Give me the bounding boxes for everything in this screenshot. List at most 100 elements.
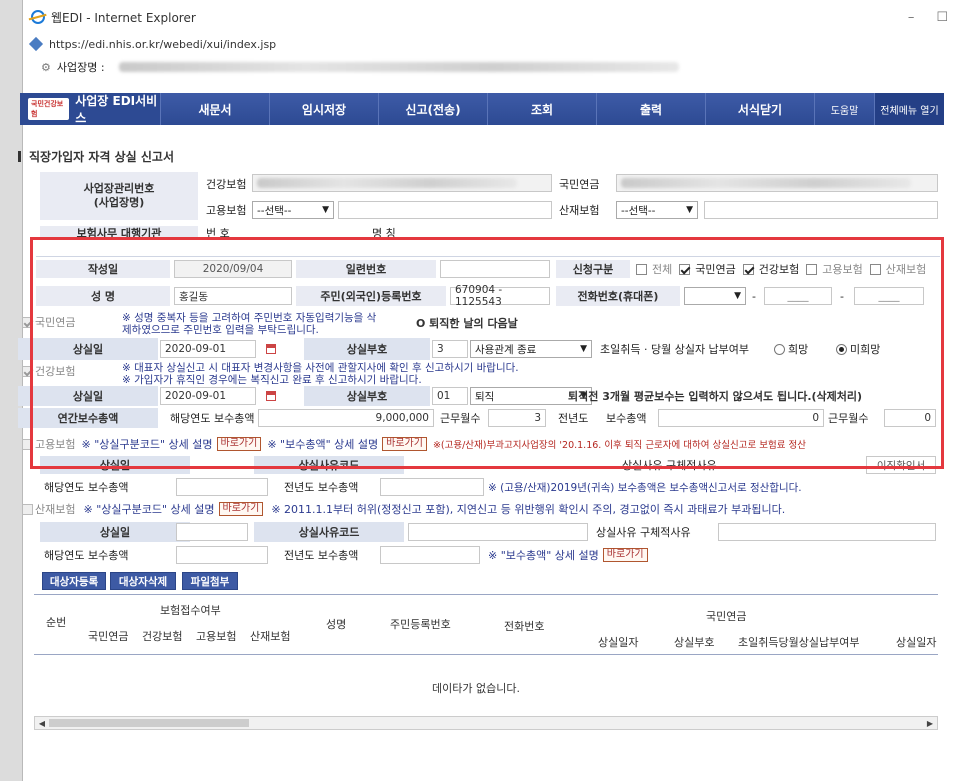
- agent-no-label: 번 호: [206, 227, 230, 240]
- nav-print[interactable]: 출력: [596, 93, 705, 125]
- grid-col-phone: 전화번호: [504, 620, 545, 633]
- site-icon: [28, 36, 44, 52]
- ind-sum-note: ※ "보수총액" 상세 설명 바로가기: [484, 546, 648, 564]
- year-sum-field[interactable]: 9,000,000: [258, 409, 434, 427]
- delete-target-button[interactable]: 대상자삭제: [110, 572, 176, 590]
- go-sum-button-2[interactable]: 바로가기: [602, 548, 648, 562]
- nhis-logo-icon: 국민건강보험: [28, 98, 70, 120]
- health-loss-date-field[interactable]: 2020-09-01: [160, 387, 256, 405]
- url-text: https://edi.nhis.or.kr/webedi/xui/index.…: [49, 37, 277, 51]
- address-bar[interactable]: https://edi.nhis.or.kr/webedi/xui/index.…: [23, 34, 966, 54]
- ind-loss-date-field[interactable]: [176, 523, 248, 541]
- serial-field[interactable]: [440, 260, 550, 278]
- industrial-section-checkbox[interactable]: [22, 503, 33, 515]
- chevron-down-icon: ▼: [734, 291, 741, 301]
- chevron-down-icon: ▼: [580, 344, 587, 354]
- health-section-label: 건강보험: [18, 364, 75, 378]
- emp-loss-date-label: 상실일: [40, 456, 190, 474]
- scroll-left-icon: ◀: [38, 718, 46, 728]
- grid-empty-message: 데이타가 없습니다.: [432, 682, 520, 695]
- form-panel: 작성일 2020/09/04 일련번호 신청구분 전체 국민연금 건강보험 고용…: [18, 254, 940, 474]
- prev-months-label: 근무월수: [828, 412, 869, 425]
- note-2019: ※ (고용/산재)2019년(귀속) 보수총액은 보수총액신고서로 정산합니다.: [488, 482, 802, 494]
- nav-close[interactable]: 서식닫기: [705, 93, 814, 125]
- pension-section-checkbox[interactable]: [22, 316, 33, 328]
- nav-help[interactable]: 도움말: [814, 93, 874, 125]
- health-section-checkbox[interactable]: [22, 365, 33, 377]
- nav-logo: 국민건강보험 사업장 EDI서비스: [20, 93, 160, 125]
- months-label: 근무월수: [440, 412, 481, 425]
- nav-submit[interactable]: 신고(전송): [378, 93, 487, 125]
- pension-loss-code-select[interactable]: 사용관계 종료 ▼: [470, 340, 592, 358]
- emp-year-sum-field[interactable]: [176, 478, 268, 496]
- pension-loss-date-field[interactable]: 2020-09-01: [160, 340, 256, 358]
- apply-employment-checkbox[interactable]: [806, 263, 818, 275]
- months-field[interactable]: 3: [488, 409, 546, 427]
- employment-label: 고용보험: [206, 204, 247, 217]
- employment-section-checkbox[interactable]: [22, 438, 33, 450]
- apply-health-checkbox[interactable]: [742, 263, 754, 275]
- apply-all-checkbox[interactable]: [636, 263, 647, 275]
- attach-file-button[interactable]: 파일첨부: [182, 572, 238, 590]
- phone-last-field[interactable]: ____: [854, 287, 924, 305]
- nav-temp-save[interactable]: 임시저장: [269, 93, 378, 125]
- ind-year-sum-field[interactable]: [176, 546, 268, 564]
- radio-yes-icon: [774, 343, 785, 355]
- go-code-button-2[interactable]: 바로가기: [218, 502, 264, 516]
- go-code-button[interactable]: 바로가기: [216, 437, 262, 451]
- emp-loss-reason-label: 상실사유코드: [254, 456, 404, 474]
- phone-middle-field[interactable]: ____: [764, 287, 832, 305]
- ind-prev-sum-field[interactable]: [380, 546, 480, 564]
- service-name: 사업장 EDI서비스: [75, 94, 158, 125]
- grid-col-pension-date2: 상실일자: [896, 636, 937, 649]
- pension-biz-field[interactable]: [616, 174, 938, 192]
- horizontal-scrollbar[interactable]: ◀ ▶: [34, 716, 938, 730]
- health-loss-code-no[interactable]: 01: [432, 387, 468, 405]
- health-biz-field[interactable]: [252, 174, 552, 192]
- first-month-no[interactable]: 미희망: [832, 340, 880, 358]
- nav-all-menu[interactable]: 전체메뉴 열기: [874, 93, 944, 125]
- ind-loss-reason-field[interactable]: [408, 523, 588, 541]
- grid-col-rrn: 주민등록번호: [390, 618, 451, 631]
- grid-col-reception: 보험접수여부: [160, 604, 221, 617]
- industrial-select[interactable]: --선택-- ▼: [616, 201, 698, 219]
- prev-year-label: 전년도: [558, 412, 589, 425]
- blurred-biz-name: [118, 62, 679, 72]
- header-panel: 사업장관리번호 (사업장명) 건강보험 국민연금 고용보험 --선택-- ▼ 산재…: [18, 170, 940, 240]
- emp-prev-sum-field[interactable]: [380, 478, 484, 496]
- name-field[interactable]: 홍길동: [174, 287, 292, 305]
- turnover-cert-button[interactable]: 이직확인서: [866, 456, 936, 474]
- prev-months-field[interactable]: 0: [884, 409, 936, 427]
- rrn-field[interactable]: 670904 - 1125543: [450, 284, 550, 308]
- ind-reason-detail-field[interactable]: [718, 523, 936, 541]
- employment-select[interactable]: --선택-- ▼: [252, 201, 334, 219]
- add-target-button[interactable]: 대상자등록: [42, 572, 106, 590]
- pension-loss-code-no[interactable]: 3: [432, 340, 468, 358]
- ind-loss-date-label: 상실일: [40, 522, 190, 542]
- nav-lookup[interactable]: 조회: [487, 93, 596, 125]
- annual-sum-label: 연간보수총액: [18, 408, 158, 428]
- scroll-right-icon: ▶: [926, 718, 934, 728]
- first-month-yes[interactable]: 희망: [770, 340, 808, 358]
- agent-name-label: 명 칭: [372, 227, 396, 240]
- maximize-icon[interactable]: ☐: [936, 10, 948, 25]
- ind-year-sum-label: 해당연도 보수총액: [44, 549, 129, 562]
- written-date-field[interactable]: 2020/09/04: [174, 260, 292, 278]
- prev-sum-field[interactable]: 0: [658, 409, 824, 427]
- calendar-icon[interactable]: [266, 391, 276, 401]
- go-sum-button[interactable]: 바로가기: [382, 437, 427, 451]
- employment-section: 고용보험 ※ "상실구분코드" 상세 설명 바로가기 ※ "보수총액" 상세 설명…: [18, 436, 806, 452]
- phone-dash-2: -: [840, 289, 844, 303]
- apply-label: 신청구분: [556, 260, 630, 278]
- employment-biz-field[interactable]: [338, 201, 552, 219]
- apply-pension-checkbox[interactable]: [679, 263, 691, 275]
- apply-industrial-checkbox[interactable]: [869, 263, 881, 275]
- apply-options: 전체 국민연금 건강보험 고용보험 산재보험: [632, 260, 926, 278]
- minimize-icon[interactable]: –: [908, 10, 915, 25]
- industrial-biz-field[interactable]: [704, 201, 938, 219]
- nav-new[interactable]: 새문서: [160, 93, 269, 125]
- calendar-icon[interactable]: [266, 344, 276, 354]
- phone-prefix-select[interactable]: ▼: [684, 287, 746, 305]
- agent-label: 보험사무 대행기관: [40, 226, 198, 240]
- year-label: 해당연도 보수총액: [170, 412, 255, 425]
